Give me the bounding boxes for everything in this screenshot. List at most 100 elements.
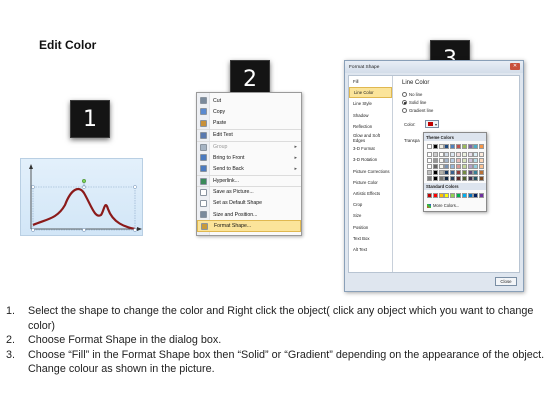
color-swatch[interactable] bbox=[473, 164, 479, 169]
context-menu-item[interactable]: Send to Back ▸ bbox=[197, 163, 301, 174]
color-swatch[interactable] bbox=[467, 170, 473, 175]
color-swatch[interactable] bbox=[427, 152, 432, 157]
color-swatch[interactable] bbox=[467, 193, 473, 198]
color-swatch[interactable] bbox=[456, 144, 461, 149]
category-item[interactable]: Reflection bbox=[349, 121, 392, 132]
context-menu-item[interactable]: Copy bbox=[197, 106, 301, 117]
color-swatch[interactable] bbox=[461, 152, 467, 157]
color-swatch[interactable] bbox=[427, 164, 432, 169]
color-swatch[interactable] bbox=[432, 193, 438, 198]
category-item[interactable]: Line Color bbox=[349, 87, 392, 99]
color-swatch[interactable] bbox=[456, 152, 461, 157]
context-menu-item[interactable]: Hyperlink... bbox=[197, 174, 301, 186]
color-swatch[interactable] bbox=[438, 164, 444, 169]
color-swatch[interactable] bbox=[467, 164, 473, 169]
color-swatch[interactable] bbox=[456, 193, 461, 198]
color-swatch[interactable] bbox=[432, 144, 438, 149]
color-swatch[interactable] bbox=[461, 164, 467, 169]
color-swatch[interactable] bbox=[461, 158, 467, 163]
color-swatch[interactable] bbox=[444, 158, 450, 163]
color-swatch[interactable] bbox=[467, 158, 473, 163]
category-item[interactable]: Glow and Soft Edges bbox=[349, 132, 392, 143]
color-swatch[interactable] bbox=[461, 170, 467, 175]
color-swatch[interactable] bbox=[473, 158, 479, 163]
color-swatch[interactable] bbox=[450, 176, 456, 181]
category-item[interactable]: Line Style bbox=[349, 98, 392, 109]
color-swatch[interactable] bbox=[444, 193, 450, 198]
color-swatch[interactable] bbox=[479, 152, 485, 157]
color-swatch[interactable] bbox=[444, 170, 450, 175]
color-swatch[interactable] bbox=[467, 152, 473, 157]
color-swatch[interactable] bbox=[456, 164, 461, 169]
color-swatch[interactable] bbox=[450, 164, 456, 169]
color-swatch[interactable] bbox=[473, 193, 479, 198]
color-swatch[interactable] bbox=[427, 158, 432, 163]
color-swatch[interactable] bbox=[432, 170, 438, 175]
color-swatch[interactable] bbox=[432, 164, 438, 169]
color-swatch[interactable] bbox=[479, 193, 485, 198]
color-swatch[interactable] bbox=[479, 158, 485, 163]
color-swatch[interactable] bbox=[473, 152, 479, 157]
color-swatch[interactable] bbox=[438, 144, 444, 149]
color-swatch[interactable] bbox=[479, 176, 485, 181]
close-button[interactable]: Close bbox=[495, 277, 517, 286]
category-item[interactable]: Alt Text bbox=[349, 244, 392, 255]
context-menu-item[interactable]: Format Shape... bbox=[197, 220, 301, 232]
color-swatch[interactable] bbox=[450, 158, 456, 163]
context-menu-item[interactable]: Size and Position... bbox=[197, 209, 301, 220]
category-item[interactable]: Size bbox=[349, 210, 392, 221]
color-swatch[interactable] bbox=[432, 176, 438, 181]
color-swatch[interactable] bbox=[450, 170, 456, 175]
gradient-line-option[interactable]: Gradient line bbox=[402, 108, 433, 113]
color-swatch[interactable] bbox=[450, 152, 456, 157]
color-swatch[interactable] bbox=[473, 144, 479, 149]
color-swatch[interactable] bbox=[467, 144, 473, 149]
color-swatch[interactable] bbox=[450, 144, 456, 149]
color-swatch[interactable] bbox=[479, 170, 485, 175]
solid-line-option[interactable]: Solid line bbox=[402, 100, 426, 105]
category-item[interactable]: Position bbox=[349, 221, 392, 232]
color-swatch[interactable] bbox=[444, 164, 450, 169]
color-swatch[interactable] bbox=[438, 170, 444, 175]
color-swatch[interactable] bbox=[444, 176, 450, 181]
color-swatch[interactable] bbox=[438, 193, 444, 198]
category-item[interactable]: Artistic Effects bbox=[349, 188, 392, 199]
color-swatch[interactable] bbox=[444, 144, 450, 149]
context-menu-item[interactable]: Bring to Front ▸ bbox=[197, 152, 301, 163]
category-item[interactable]: 3-D Rotation bbox=[349, 154, 392, 165]
color-swatch[interactable] bbox=[461, 144, 467, 149]
no-line-option[interactable]: No line bbox=[402, 92, 422, 97]
color-swatch[interactable] bbox=[438, 152, 444, 157]
color-swatch[interactable] bbox=[438, 176, 444, 181]
color-swatch[interactable] bbox=[461, 193, 467, 198]
color-swatch[interactable] bbox=[456, 176, 461, 181]
context-menu-item[interactable]: Edit Text bbox=[197, 129, 301, 140]
context-menu-item[interactable]: Cut bbox=[197, 95, 301, 106]
color-swatch[interactable] bbox=[456, 158, 461, 163]
context-menu-item[interactable]: Save as Picture... bbox=[197, 186, 301, 197]
color-swatch[interactable] bbox=[450, 193, 456, 198]
color-swatch[interactable] bbox=[427, 176, 432, 181]
color-swatch[interactable] bbox=[456, 170, 461, 175]
color-swatch[interactable] bbox=[427, 170, 432, 175]
color-swatch[interactable] bbox=[467, 176, 473, 181]
color-swatch[interactable] bbox=[473, 176, 479, 181]
more-colors-button[interactable]: More Colors... bbox=[427, 203, 459, 208]
category-item[interactable]: 3-D Format bbox=[349, 143, 392, 154]
category-item[interactable]: Picture Corrections bbox=[349, 166, 392, 177]
color-picker-button[interactable]: ▾ bbox=[425, 120, 439, 128]
color-swatch[interactable] bbox=[473, 170, 479, 175]
category-item[interactable]: Shadow bbox=[349, 110, 392, 121]
category-item[interactable]: Crop bbox=[349, 199, 392, 210]
color-swatch[interactable] bbox=[479, 144, 485, 149]
category-item[interactable]: Fill bbox=[349, 76, 392, 87]
close-icon[interactable]: ✕ bbox=[510, 63, 520, 70]
category-item[interactable]: Text Box bbox=[349, 233, 392, 244]
color-swatch[interactable] bbox=[461, 176, 467, 181]
color-swatch[interactable] bbox=[432, 158, 438, 163]
category-item[interactable]: Picture Color bbox=[349, 177, 392, 188]
color-swatch[interactable] bbox=[444, 152, 450, 157]
sample-curve-graph[interactable] bbox=[20, 158, 143, 236]
context-menu-item[interactable]: Paste bbox=[197, 118, 301, 129]
color-swatch[interactable] bbox=[427, 193, 432, 198]
